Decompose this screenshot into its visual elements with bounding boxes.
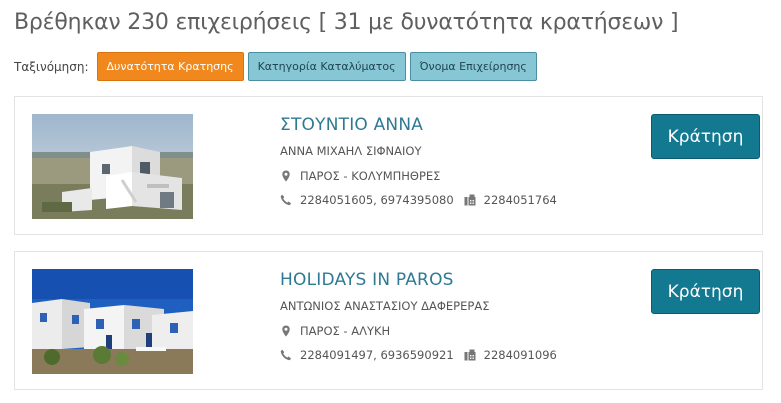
business-name-link[interactable]: ΣΤΟΥΝΤΙΟ ΑΝΝΑ	[280, 115, 557, 135]
location-text: ΠΑΡΟΣ - ΑΛΥΚΗ	[300, 324, 391, 338]
location-text: ΠΑΡΟΣ - ΚΟΛΥΜΠΗΘΡΕΣ	[300, 169, 441, 183]
listing-info: ΣΤΟΥΝΤΙΟ ΑΝΝΑ ΑΝΝΑ ΜΙΧΑΗΛ ΣΙΦΝΑΙΟΥ ΠΑΡΟΣ…	[280, 115, 557, 217]
owner-name: ΑΝΤΩΝΙΟΣ ΑΝΑΣΤΑΣΙΟΥ ΔΑΦΕΡΕΡΑΣ	[280, 299, 490, 313]
sort-label: Ταξινόμηση:	[14, 59, 89, 74]
location-row: ΠΑΡΟΣ - ΚΟΛΥΜΠΗΘΡΕΣ	[280, 169, 557, 183]
listing-card: HOLIDAYS IN PAROS ΑΝΤΩΝΙΟΣ ΑΝΑΣΤΑΣΙΟΥ ΔΑ…	[14, 251, 763, 390]
owner-name: ΑΝΝΑ ΜΙΧΑΗΛ ΣΙΦΝΑΙΟΥ	[280, 144, 422, 158]
phone-icon	[280, 194, 292, 206]
fax-icon	[464, 194, 476, 206]
fax-number: 2284051764	[483, 193, 557, 207]
book-button[interactable]: Κράτηση	[651, 114, 760, 159]
fax-icon	[464, 349, 476, 361]
sort-by-category-button[interactable]: Κατηγορία Καταλύματος	[247, 52, 406, 81]
phone-numbers: 2284091497, 6936590921	[300, 348, 454, 362]
listing-card: ΣΤΟΥΝΤΙΟ ΑΝΝΑ ΑΝΝΑ ΜΙΧΑΗΛ ΣΙΦΝΑΙΟΥ ΠΑΡΟΣ…	[14, 96, 763, 235]
business-name-link[interactable]: HOLIDAYS IN PAROS	[280, 270, 557, 290]
sort-bar: Ταξινόμηση: Δυνατότητα Κρατησης Κατηγορί…	[14, 52, 541, 81]
sort-by-booking-button[interactable]: Δυνατότητα Κρατησης	[96, 52, 244, 81]
map-marker-icon	[280, 325, 292, 337]
phone-icon	[280, 349, 292, 361]
fax-number: 2284091096	[483, 348, 557, 362]
contact-row: 2284091497, 6936590921 2284091096	[280, 348, 557, 362]
map-marker-icon	[280, 170, 292, 182]
listing-info: HOLIDAYS IN PAROS ΑΝΤΩΝΙΟΣ ΑΝΑΣΤΑΣΙΟΥ ΔΑ…	[280, 270, 557, 372]
listing-photo[interactable]	[32, 269, 193, 374]
book-button[interactable]: Κράτηση	[651, 269, 760, 314]
results-title: Βρέθηκαν 230 επιχειρήσεις [ 31 με δυνατό…	[14, 10, 679, 35]
contact-row: 2284051605, 6974395080 2284051764	[280, 193, 557, 207]
listing-photo[interactable]	[32, 114, 193, 219]
sort-by-name-button[interactable]: Όνομα Επιχείρησης	[409, 52, 537, 81]
phone-numbers: 2284051605, 6974395080	[300, 193, 454, 207]
location-row: ΠΑΡΟΣ - ΑΛΥΚΗ	[280, 324, 557, 338]
